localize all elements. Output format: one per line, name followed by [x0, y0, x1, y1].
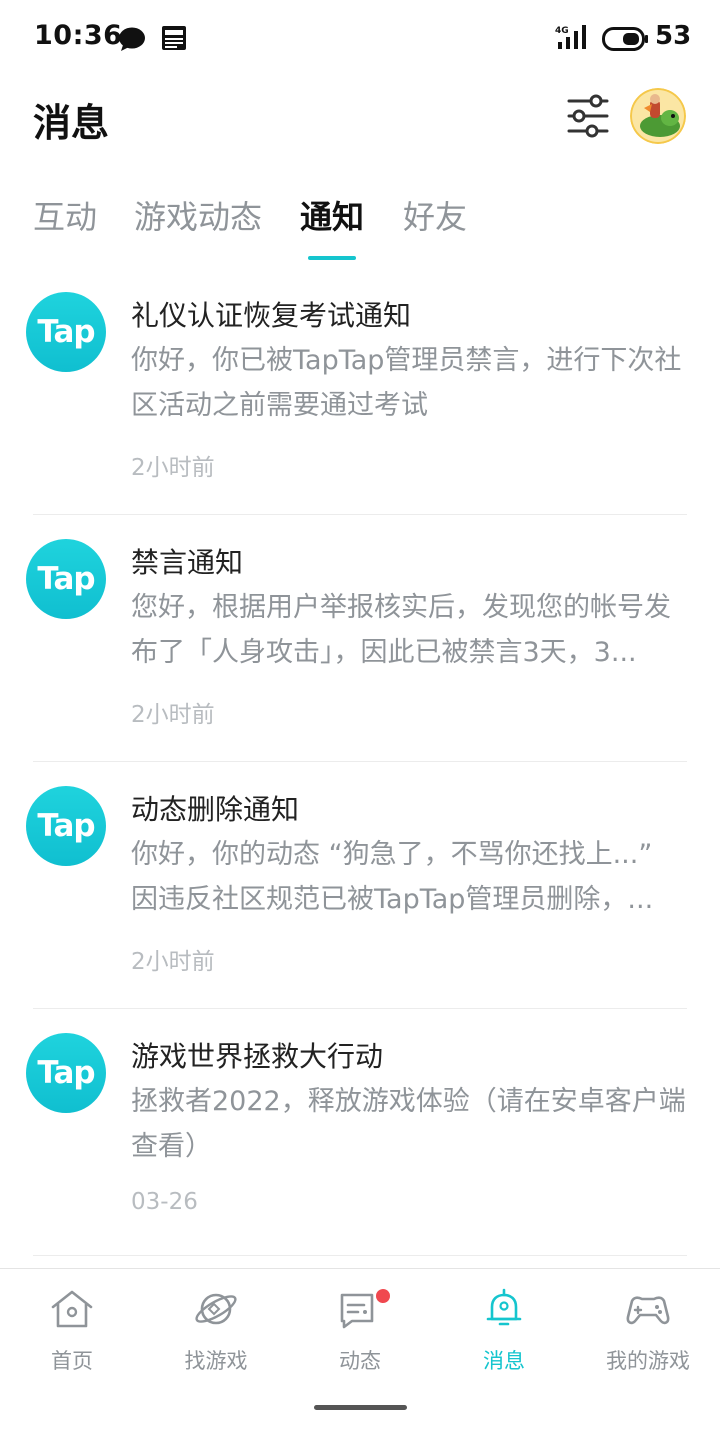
notification-body: 你好，你的动态 “狗急了，不骂你还找上...” 因违反社区规范已被TapTap管… [131, 839, 654, 915]
taptap-logo-icon: Tap [26, 786, 106, 866]
svg-text:4G: 4G [555, 26, 569, 36]
battery-icon [602, 27, 648, 51]
nav-label: 消息 [483, 1349, 525, 1373]
bell-icon [486, 1288, 522, 1326]
tab-interaction[interactable]: 互动 [33, 192, 97, 238]
message-tabs: 互动 游戏动态 通知 好友 [0, 192, 720, 264]
active-tab-indicator [308, 256, 356, 260]
nav-discover-games[interactable]: 找游戏 [146, 1287, 286, 1377]
news-icon [162, 26, 186, 50]
avatar[interactable] [630, 88, 686, 144]
notification-list: Tap 礼仪认证恢复考试通知 你好，你已被TapTap管理员禁言，进行下次社区活… [0, 268, 720, 1256]
user-avatar [630, 88, 686, 144]
notification-title: 动态删除通知 [131, 793, 300, 826]
notification-time: 2小时前 [131, 702, 215, 728]
divider [33, 1255, 687, 1256]
unread-badge [376, 1289, 390, 1303]
signal-4g-icon: 4G [555, 25, 586, 49]
page-title: 消息 [33, 101, 110, 145]
sliders-icon [567, 94, 609, 138]
list-item[interactable]: Tap 礼仪认证恢复考试通知 你好，你已被TapTap管理员禁言，进行下次社区活… [0, 268, 720, 515]
nav-my-games[interactable]: 我的游戏 [578, 1287, 718, 1377]
taptap-logo-icon: Tap [26, 1033, 106, 1113]
notification-time: 2小时前 [131, 949, 215, 975]
tab-friends[interactable]: 好友 [403, 192, 467, 238]
nav-label: 我的游戏 [606, 1349, 690, 1373]
notification-body: 你好，你已被TapTap管理员禁言，进行下次社区活动之前需要通过考试 [131, 345, 682, 421]
list-item[interactable]: Tap 禁言通知 您好，根据用户举报核实后，发现您的帐号发布了「人身攻击」，因此… [0, 515, 720, 762]
home-icon [51, 1290, 93, 1328]
nav-home[interactable]: 首页 [2, 1287, 142, 1377]
list-item[interactable]: Tap 游戏世界拯救大行动 拯救者2022，释放游戏体验（请在安卓客户端查看） … [0, 1009, 720, 1256]
battery-level: 53 [655, 21, 692, 51]
nav-label: 首页 [51, 1349, 93, 1373]
list-item[interactable]: Tap 动态删除通知 你好，你的动态 “狗急了，不骂你还找上...” 因违反社区… [0, 762, 720, 1009]
bottom-navigation: 首页 找游戏 动态 消息 我的游戏 [0, 1268, 720, 1440]
notification-time: 2小时前 [131, 455, 215, 481]
tab-notifications[interactable]: 通知 [300, 192, 364, 238]
status-bar: 10:36 4G 53 [0, 0, 720, 76]
taptap-logo-icon: Tap [26, 292, 106, 372]
notification-time: 03-26 [131, 1189, 198, 1215]
nav-label: 找游戏 [184, 1349, 248, 1373]
planet-icon [195, 1293, 237, 1325]
notification-body: 您好，根据用户举报核实后，发现您的帐号发布了「人身攻击」，因此已被禁言3天，3.… [131, 592, 671, 668]
chat-bubble-icon [119, 27, 145, 51]
filter-settings-button[interactable] [562, 92, 614, 140]
messages-screen: 10:36 4G 53 消息 互动 游戏动态 通知 好友 Tap 礼仪认证恢复考… [0, 0, 720, 1440]
notification-title: 禁言通知 [131, 546, 244, 579]
nav-label: 动态 [339, 1349, 381, 1373]
nav-messages[interactable]: 消息 [434, 1287, 574, 1377]
tab-game-updates[interactable]: 游戏动态 [134, 192, 262, 238]
notification-title: 游戏世界拯救大行动 [131, 1040, 384, 1073]
home-indicator[interactable] [314, 1405, 407, 1410]
taptap-logo-icon: Tap [26, 539, 106, 619]
status-time: 10:36 [34, 20, 123, 51]
gamepad-icon [626, 1296, 670, 1325]
notification-title: 礼仪认证恢复考试通知 [131, 299, 412, 332]
notification-body: 拯救者2022，释放游戏体验（请在安卓客户端查看） [131, 1086, 686, 1162]
nav-feed[interactable]: 动态 [290, 1287, 430, 1377]
